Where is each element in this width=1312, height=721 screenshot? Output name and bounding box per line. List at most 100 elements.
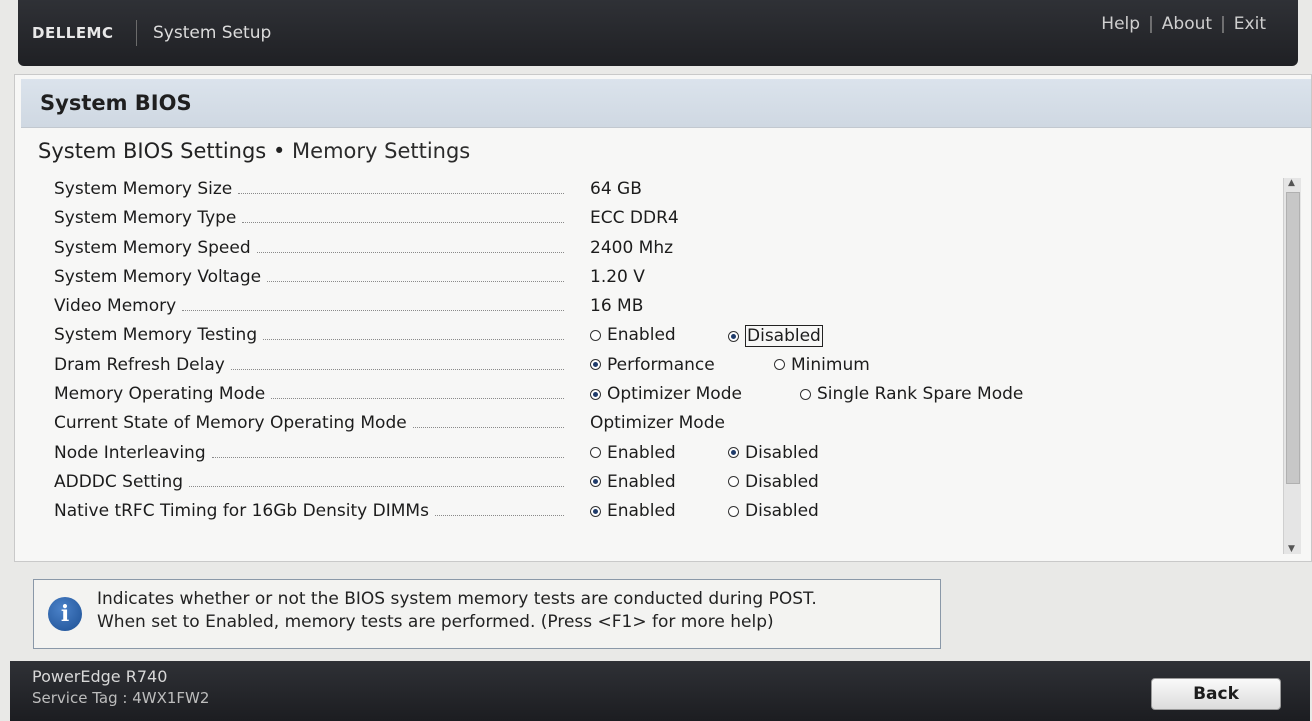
link-separator: | xyxy=(1148,14,1154,34)
radio-button-selected[interactable] xyxy=(590,505,601,517)
radio-option-minimum[interactable]: Minimum xyxy=(774,355,870,375)
radio-label: Enabled xyxy=(607,325,676,346)
leader-dots xyxy=(412,418,564,429)
breadcrumb-parent: System BIOS Settings xyxy=(38,139,267,163)
radio-option-single-rank-spare[interactable]: Single Rank Spare Mode xyxy=(800,384,1023,404)
radio-button[interactable] xyxy=(590,447,601,459)
radio-option-optimizer-mode[interactable]: Optimizer Mode xyxy=(590,384,742,404)
radio-button[interactable] xyxy=(774,359,785,371)
setting-label: Node Interleaving xyxy=(54,443,564,463)
setting-row-memory-voltage: System Memory Voltage 1.20 V xyxy=(54,264,1254,293)
radio-button-selected[interactable] xyxy=(590,359,601,371)
top-links: Help | About | Exit xyxy=(1101,14,1266,34)
about-link[interactable]: About xyxy=(1162,14,1212,34)
setting-label-text: System Memory Voltage xyxy=(54,266,262,287)
leader-dots xyxy=(263,330,564,341)
setting-row-memory-operating-mode: Memory Operating Mode Optimizer Mode Sin… xyxy=(54,381,1254,410)
setting-value: 2400 Mhz xyxy=(590,237,674,258)
back-button[interactable]: Back xyxy=(1151,678,1281,710)
radio-option-enabled[interactable]: Enabled xyxy=(590,443,676,463)
radio-button[interactable] xyxy=(728,505,739,517)
radio-label: Enabled xyxy=(607,442,676,463)
help-text: Indicates whether or not the BIOS system… xyxy=(97,588,817,634)
app-title: System Setup xyxy=(153,23,272,43)
leader-dots xyxy=(434,506,564,517)
setting-row-video-memory: Video Memory 16 MB xyxy=(54,293,1254,322)
setting-row-adddc: ADDDC Setting Enabled Disabled xyxy=(54,469,1254,498)
setting-row-node-interleaving: Node Interleaving Enabled Disabled xyxy=(54,440,1254,469)
radio-button-selected[interactable] xyxy=(728,447,739,459)
setting-label: Video Memory xyxy=(54,296,564,316)
leader-dots xyxy=(256,243,564,253)
radio-label: Optimizer Mode xyxy=(607,384,742,405)
radio-button-selected[interactable] xyxy=(728,330,739,342)
setting-value: Optimizer Mode xyxy=(590,413,725,434)
info-icon: i xyxy=(48,597,82,631)
leader-dots xyxy=(182,301,564,312)
setting-value: 64 GB xyxy=(590,179,642,199)
radio-label: Disabled xyxy=(745,442,819,463)
setting-label-text: Current State of Memory Operating Mode xyxy=(54,413,407,434)
scrollbar[interactable]: ▲ ▼ xyxy=(1283,178,1301,554)
breadcrumb-current: Memory Settings xyxy=(292,139,471,163)
leader-dots xyxy=(267,272,564,282)
setting-label-text: System Memory Size xyxy=(54,179,233,199)
setting-label: ADDDC Setting xyxy=(54,472,564,492)
link-separator: | xyxy=(1220,14,1226,34)
leader-dots xyxy=(238,184,564,194)
help-link[interactable]: Help xyxy=(1101,14,1140,34)
radio-option-performance[interactable]: Performance xyxy=(590,355,715,375)
radio-option-disabled[interactable]: Disabled xyxy=(728,472,819,492)
leader-dots xyxy=(211,448,564,458)
setting-row-memory-size: System Memory Size 64 GB xyxy=(54,176,1254,205)
setting-label: Memory Operating Mode xyxy=(54,384,564,404)
radio-option-enabled[interactable]: Enabled xyxy=(590,501,676,521)
scroll-down-arrow-icon[interactable]: ▼ xyxy=(1288,544,1295,554)
exit-link[interactable]: Exit xyxy=(1234,14,1266,34)
setting-label: System Memory Speed xyxy=(54,238,564,258)
dell-emc-logo: DELLEMC xyxy=(32,24,114,42)
radio-label-focused: Disabled xyxy=(745,325,823,348)
setting-value: ECC DDR4 xyxy=(590,208,679,229)
setting-label: Dram Refresh Delay xyxy=(54,355,564,375)
scroll-thumb[interactable] xyxy=(1286,192,1300,484)
settings-list: System Memory Size 64 GB System Memory T… xyxy=(54,176,1254,528)
scroll-up-arrow-icon[interactable]: ▲ xyxy=(1288,178,1295,188)
radio-label: Performance xyxy=(607,354,715,375)
setting-label: System Memory Type xyxy=(54,208,564,228)
setting-row-memory-type: System Memory Type ECC DDR4 xyxy=(54,205,1254,234)
divider xyxy=(136,20,137,46)
setting-label: System Memory Size xyxy=(54,179,564,199)
system-model: PowerEdge R740 xyxy=(32,667,168,686)
setting-label-text: Dram Refresh Delay xyxy=(54,354,225,375)
radio-option-disabled[interactable]: Disabled xyxy=(728,501,819,521)
radio-button-selected[interactable] xyxy=(590,388,601,400)
radio-button-selected[interactable] xyxy=(590,476,601,488)
radio-option-enabled[interactable]: Enabled xyxy=(590,325,676,345)
radio-label: Single Rank Spare Mode xyxy=(817,384,1024,405)
breadcrumb-separator: • xyxy=(272,139,286,163)
help-line-1: Indicates whether or not the BIOS system… xyxy=(97,589,817,609)
top-bar: DELLEMC System Setup Help | About | Exit xyxy=(18,0,1298,66)
setting-value: 16 MB xyxy=(590,296,644,317)
setting-label-text: System Memory Speed xyxy=(54,237,251,258)
setting-label: System Memory Testing xyxy=(54,325,564,345)
radio-option-enabled[interactable]: Enabled xyxy=(590,472,676,492)
radio-label: Enabled xyxy=(607,501,676,522)
section-header: System BIOS xyxy=(21,79,1311,128)
radio-button[interactable] xyxy=(800,388,811,400)
leader-dots xyxy=(242,213,564,224)
setting-label-text: Memory Operating Mode xyxy=(54,384,266,405)
leader-dots xyxy=(230,360,564,370)
leader-dots xyxy=(271,389,564,400)
setting-label: System Memory Voltage xyxy=(54,267,564,287)
radio-button[interactable] xyxy=(728,476,739,488)
radio-option-disabled[interactable]: Disabled xyxy=(728,443,819,463)
radio-label: Minimum xyxy=(791,354,870,375)
setting-label-text: System Memory Type xyxy=(54,208,237,229)
radio-button[interactable] xyxy=(590,329,601,341)
footer-bar: PowerEdge R740 Service Tag : 4WX1FW2 xyxy=(10,661,1310,721)
setting-row-current-memory-mode: Current State of Memory Operating Mode O… xyxy=(54,410,1254,439)
setting-label-text: Video Memory xyxy=(54,296,177,317)
radio-option-disabled[interactable]: Disabled xyxy=(728,325,823,348)
